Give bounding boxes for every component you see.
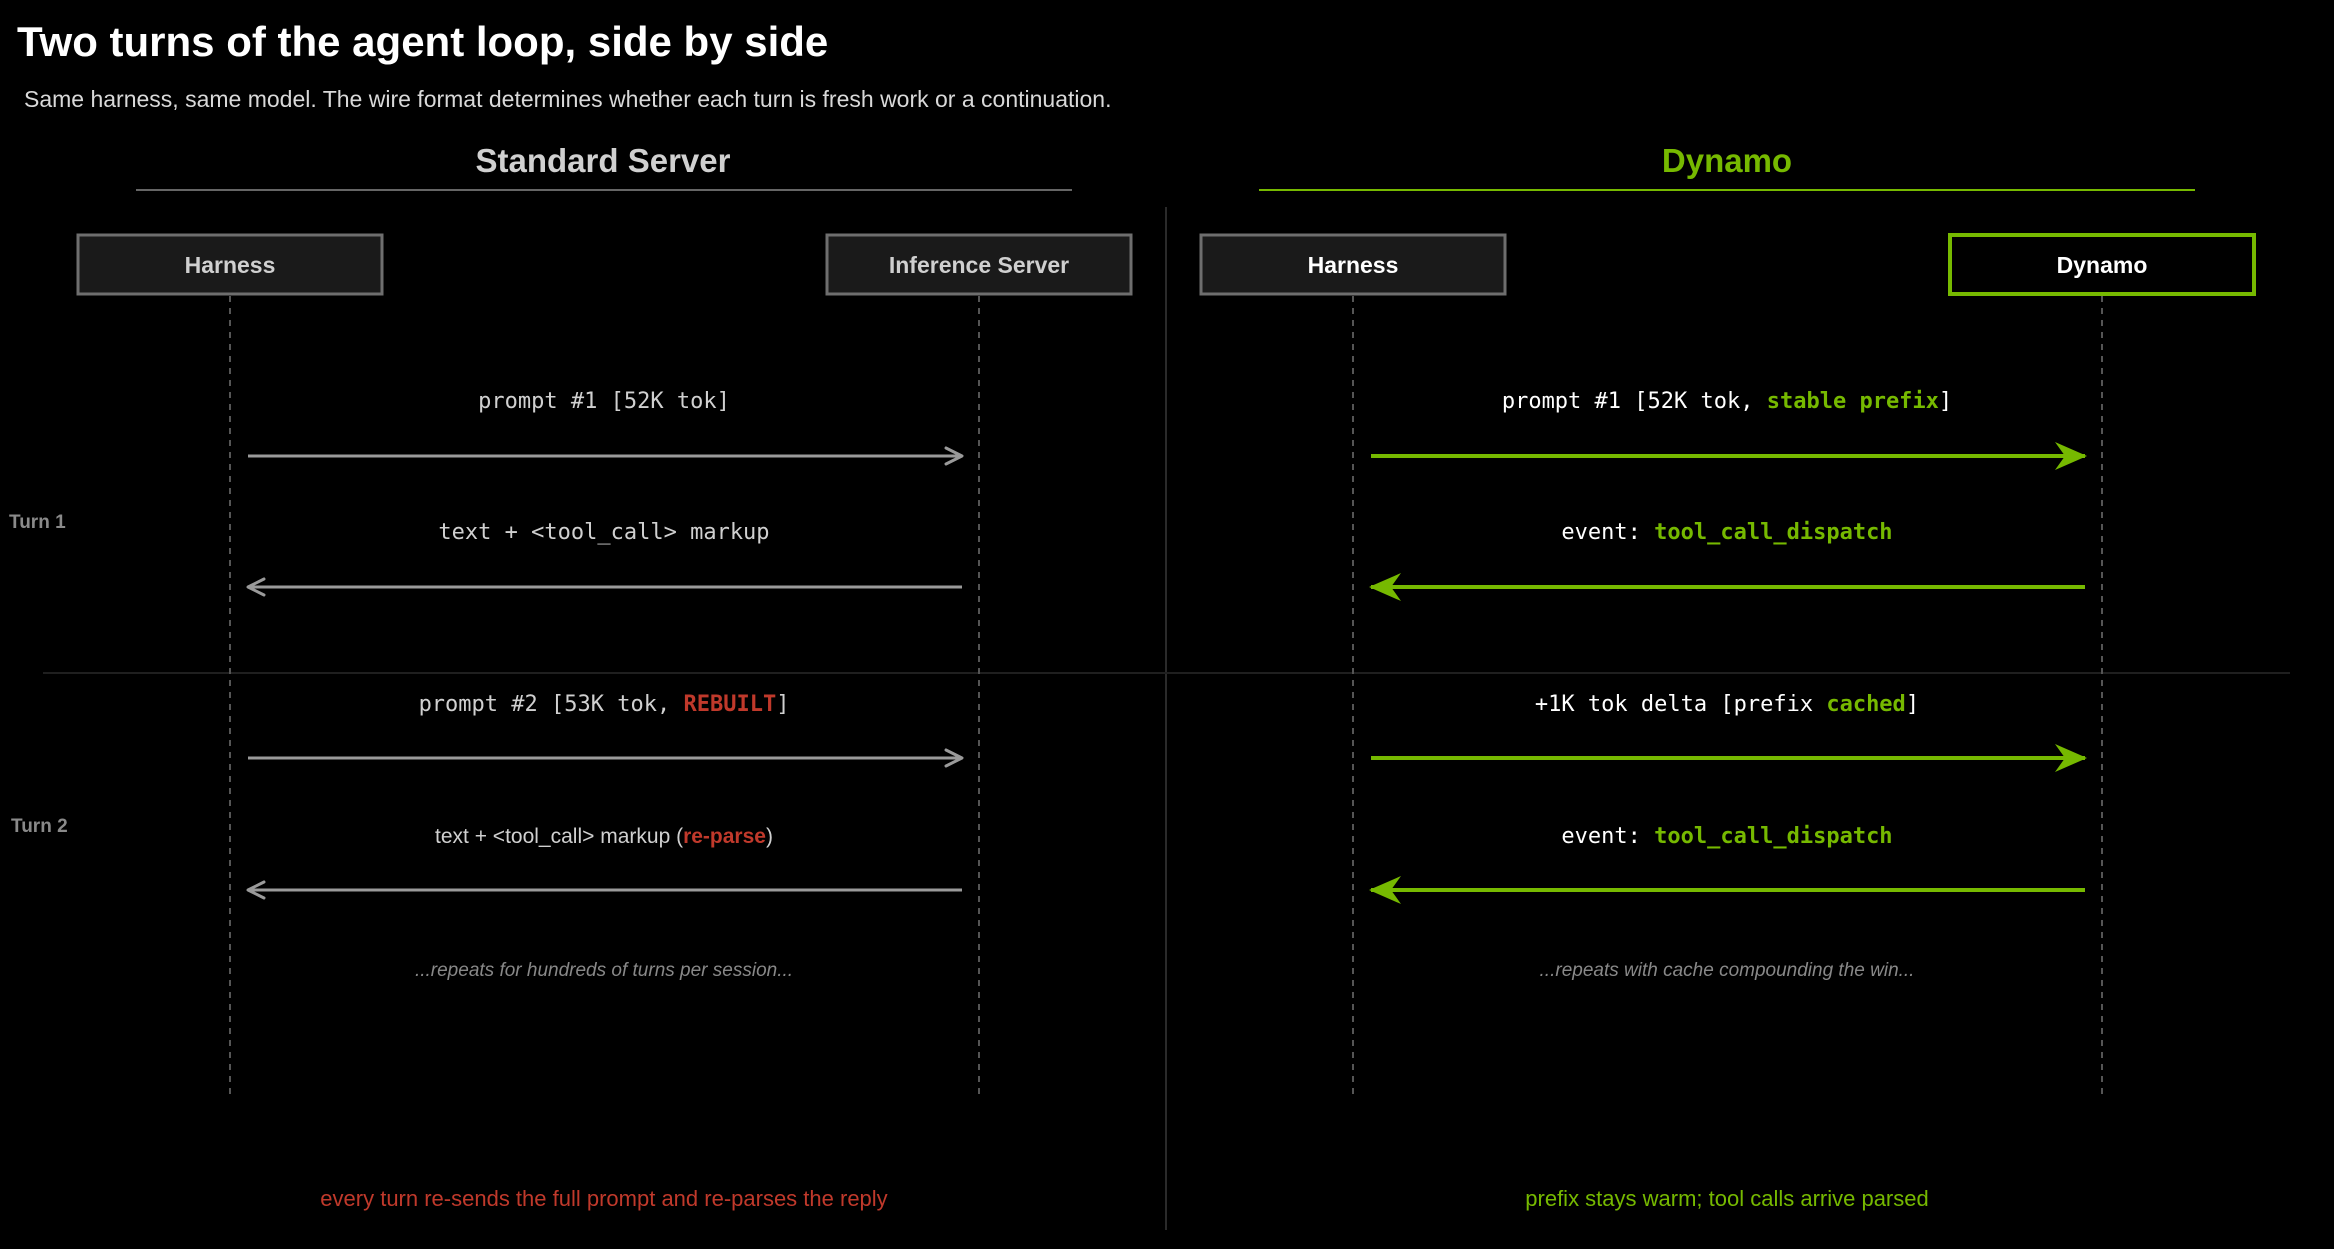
std-message-4-part-1: text + <tool_call> markup (	[435, 825, 683, 848]
dyn-message-4-part-2: tool_call_dispatch	[1654, 824, 1892, 849]
dyn-message-1-label: prompt #1 [52K tok, stable prefix]	[1502, 389, 1952, 414]
std-inference-server-label: Inference Server	[889, 252, 1069, 278]
std-message-3-label: prompt #2 [53K tok, REBUILT]	[419, 692, 790, 717]
dynamo-panel-heading: Dynamo	[1662, 142, 1792, 179]
std-message-4-part-3: )	[766, 825, 773, 848]
standard-panel-heading: Standard Server	[476, 142, 731, 179]
std-message-2-label: text + <tool_call> markup	[438, 520, 769, 545]
std-message-2-part-1: text + <tool_call> markup	[438, 520, 769, 545]
std-message-3-part-3: ]	[776, 692, 789, 717]
dyn-message-3-label: +1K tok delta [prefix cached]	[1535, 692, 1919, 717]
std-harness-label: Harness	[185, 252, 276, 278]
dyn-message-3-part-3: ]	[1906, 692, 1919, 717]
dyn-message-4-label: event: tool_call_dispatch	[1561, 824, 1892, 849]
dyn-message-1-part-2: stable prefix	[1767, 389, 1939, 414]
sequence-diagram: Standard Server Dynamo Turn 1 Turn 2 Har…	[9, 142, 2290, 1230]
std-inference-server-box: Inference Server	[825, 233, 1133, 296]
dyn-message-2-part-1: event:	[1561, 520, 1654, 545]
dyn-message-2-label: event: tool_call_dispatch	[1561, 520, 1892, 545]
dyn-message-4-part-1: event:	[1561, 824, 1654, 849]
turn-2-label: Turn 2	[11, 816, 68, 837]
dyn-harness-label: Harness	[1308, 252, 1399, 278]
turn-1-label: Turn 1	[9, 512, 66, 533]
dyn-message-1-part-1: prompt #1 [52K tok,	[1502, 389, 1767, 414]
std-message-1-label: prompt #1 [52K tok]	[478, 389, 730, 414]
dynamo-repeat-note: ...repeats with cache compounding the wi…	[1540, 960, 1915, 981]
standard-repeat-note: ...repeats for hundreds of turns per ses…	[415, 960, 793, 981]
std-message-4-part-2: re-parse	[683, 825, 766, 848]
dyn-message-1-part-3: ]	[1939, 389, 1952, 414]
standard-footer: every turn re-sends the full prompt and …	[320, 1186, 887, 1211]
std-message-3-part-2: REBUILT	[683, 692, 776, 717]
dyn-dynamo-box: Dynamo	[1948, 233, 2256, 296]
std-harness-box: Harness	[76, 233, 384, 296]
dynamo-footer: prefix stays warm; tool calls arrive par…	[1525, 1186, 1928, 1211]
dyn-message-3-part-1: +1K tok delta [prefix	[1535, 692, 1826, 717]
dyn-message-2-part-2: tool_call_dispatch	[1654, 520, 1892, 545]
dyn-harness-box: Harness	[1199, 233, 1507, 296]
std-message-4-label: text + <tool_call> markup (re-parse)	[435, 825, 773, 848]
dynamo-messages: prompt #1 [52K tok, stable prefix] event:…	[1369, 389, 2087, 904]
standard-messages: prompt #1 [52K tok] text + <tool_call> ma…	[246, 389, 964, 900]
dyn-message-3-part-2: cached	[1826, 692, 1905, 717]
std-message-1-part-1: prompt #1 [52K tok]	[478, 389, 730, 414]
dyn-dynamo-label: Dynamo	[2057, 252, 2148, 278]
std-message-3-part-1: prompt #2 [53K tok,	[419, 692, 684, 717]
